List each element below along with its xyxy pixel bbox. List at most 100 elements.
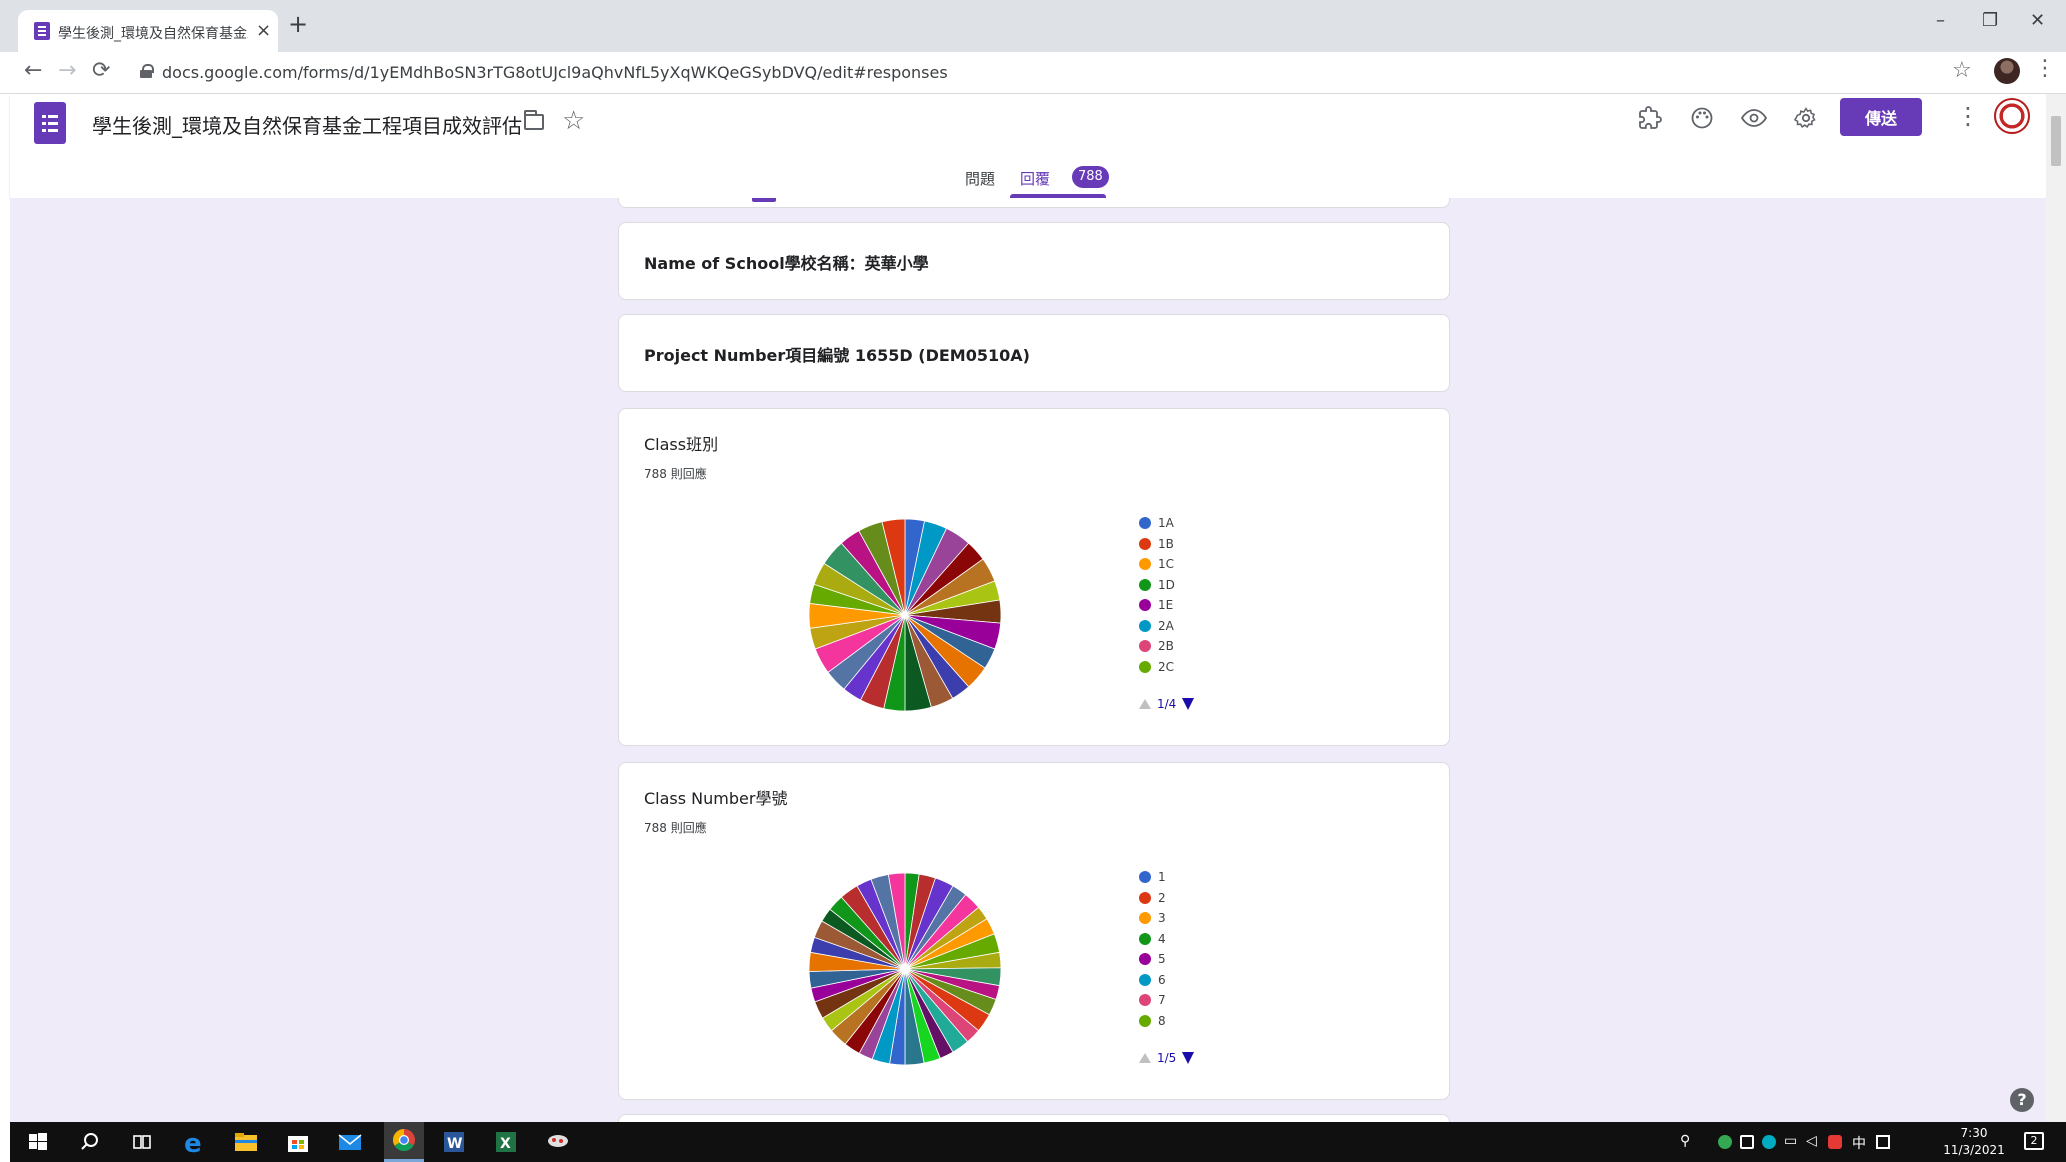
class-pie-chart[interactable] xyxy=(807,517,1003,713)
legend-item: 2A xyxy=(1139,616,1175,637)
response-count: 788 則回應 xyxy=(644,467,707,481)
keyboard-icon[interactable] xyxy=(1876,1135,1890,1149)
legend-item: 1C xyxy=(1139,554,1175,575)
forward-button[interactable]: → xyxy=(58,58,76,83)
legend-item: 5 xyxy=(1139,949,1166,970)
responses-count-badge: 788 xyxy=(1072,166,1109,188)
svg-text:W: W xyxy=(447,1136,462,1152)
tray-sync-icon[interactable] xyxy=(1762,1135,1776,1149)
legend-label: 2A xyxy=(1158,618,1174,633)
restore-button[interactable]: ❐ xyxy=(1982,10,1998,31)
legend-label: 1B xyxy=(1158,536,1174,551)
tab-questions[interactable]: 問題 xyxy=(965,168,995,189)
search-icon[interactable] xyxy=(76,1128,104,1156)
pager-up-icon[interactable] xyxy=(1139,1053,1151,1063)
help-icon[interactable]: ? xyxy=(2010,1088,2034,1112)
addon-icon[interactable] xyxy=(1636,104,1664,132)
close-window-button[interactable]: ✕ xyxy=(2030,10,2045,31)
new-tab-button[interactable]: + xyxy=(288,10,308,38)
action-center-icon[interactable]: 2 xyxy=(2024,1132,2044,1150)
store-icon[interactable] xyxy=(284,1128,312,1156)
legend-item: 2 xyxy=(1139,888,1166,909)
legend-label: 7 xyxy=(1158,993,1166,1008)
legend-item: 1B xyxy=(1139,534,1175,555)
legend-swatch xyxy=(1139,994,1151,1007)
forms-header: 學生後測_環境及自然保育基金工程項目成效評估 ☆ 傳送 ⋮ 問題 回覆 788 xyxy=(10,94,2046,198)
page-scrollbar[interactable] xyxy=(2046,94,2066,1122)
word-icon[interactable]: W xyxy=(440,1128,468,1156)
ime-indicator[interactable]: 中 xyxy=(1852,1133,1866,1153)
excel-icon[interactable]: X xyxy=(492,1128,520,1156)
profile-avatar[interactable] xyxy=(1994,58,2020,84)
legend-swatch xyxy=(1139,871,1151,884)
chrome-taskbar-icon[interactable] xyxy=(384,1122,424,1162)
class-number-question-card: Class Number學號 788 則回應 1 2 3 4 5 6 7 8 1/5 xyxy=(618,762,1450,1100)
file-explorer-icon[interactable] xyxy=(232,1128,260,1156)
legend-swatch xyxy=(1139,953,1151,966)
legend-swatch xyxy=(1139,891,1151,904)
pager-down-icon[interactable] xyxy=(1182,1052,1195,1064)
back-button[interactable]: ← xyxy=(24,58,42,83)
form-title[interactable]: 學生後測_環境及自然保育基金工程項目成效評估 xyxy=(92,110,522,139)
tray-security-icon[interactable] xyxy=(1740,1135,1754,1149)
legend-item: 7 xyxy=(1139,990,1166,1011)
people-icon[interactable]: ⚲ xyxy=(1680,1133,1690,1149)
pager-text: 1/5 xyxy=(1157,1051,1177,1065)
volume-icon[interactable]: ◁ xyxy=(1806,1133,1817,1149)
network-icon[interactable]: ▭ xyxy=(1784,1133,1797,1149)
mail-icon[interactable] xyxy=(336,1128,364,1156)
clock-time: 7:30 xyxy=(1960,1126,1988,1140)
reload-button[interactable]: ⟳ xyxy=(92,58,110,83)
legend-swatch xyxy=(1139,640,1151,653)
svg-text:X: X xyxy=(500,1136,511,1152)
legend-swatch xyxy=(1139,517,1151,530)
next-card-top xyxy=(618,1114,1450,1122)
edge-browser-icon[interactable]: e xyxy=(180,1128,208,1159)
minimize-button[interactable]: – xyxy=(1936,10,1945,31)
class-question-card: Class班別 788 則回應 1A 1B 1C 1D 1E 2A 2B 2C 1/4 xyxy=(618,408,1450,746)
windows-taskbar: e W X ⚲ ▭ ◁ 中 7:30 11/3/2021 2 xyxy=(10,1122,2066,1162)
legend-swatch xyxy=(1139,912,1151,925)
tab-responses-label: 回覆 xyxy=(1020,170,1051,188)
task-view-icon[interactable] xyxy=(128,1128,156,1156)
star-icon[interactable]: ☆ xyxy=(562,106,585,136)
lock-icon[interactable] xyxy=(140,64,154,78)
send-button[interactable]: 傳送 xyxy=(1840,98,1922,136)
pager-down-icon[interactable] xyxy=(1182,698,1195,710)
address-bar[interactable]: docs.google.com/forms/d/1yEMdhBoSN3rTG8o… xyxy=(162,63,948,82)
legend-label: 1D xyxy=(1158,577,1175,592)
account-avatar[interactable] xyxy=(1994,98,2030,134)
legend-item: 3 xyxy=(1139,908,1166,929)
antivirus-icon[interactable] xyxy=(1828,1135,1842,1149)
forms-logo-icon[interactable] xyxy=(34,102,66,144)
more-options-icon[interactable]: ⋮ xyxy=(1956,102,1980,130)
preview-eye-icon[interactable] xyxy=(1740,104,1768,132)
system-clock[interactable]: 7:30 11/3/2021 xyxy=(1936,1125,2012,1159)
settings-gear-icon[interactable] xyxy=(1792,104,1820,132)
class-number-pie-chart[interactable] xyxy=(807,871,1003,1067)
legend-swatch xyxy=(1139,578,1151,591)
browser-tab[interactable]: 學生後測_環境及自然保育基金工 × xyxy=(18,10,278,52)
browser-menu-icon[interactable]: ⋮ xyxy=(2034,56,2056,81)
windows-start-icon[interactable] xyxy=(24,1128,52,1156)
legend-item: 8 xyxy=(1139,1011,1166,1032)
legend-label: 1E xyxy=(1158,598,1174,613)
school-name-card: Name of School學校名稱：英華小學 xyxy=(618,222,1450,300)
legend-swatch xyxy=(1139,660,1151,673)
pager-up-icon[interactable] xyxy=(1139,699,1151,709)
legend-item: 6 xyxy=(1139,970,1166,991)
tab-close-icon[interactable]: × xyxy=(256,20,271,41)
snipping-tool-icon[interactable] xyxy=(544,1128,572,1156)
tray-app-icon[interactable] xyxy=(1718,1135,1732,1149)
legend-item: 2C xyxy=(1139,657,1175,678)
folder-icon[interactable] xyxy=(524,110,544,130)
scrollbar-thumb[interactable] xyxy=(2051,116,2061,166)
class-chart-legend: 1A 1B 1C 1D 1E 2A 2B 2C xyxy=(1139,513,1175,677)
palette-icon[interactable] xyxy=(1688,104,1716,132)
legend-item: 1E xyxy=(1139,595,1175,616)
bookmark-star-icon[interactable]: ☆ xyxy=(1952,58,1972,83)
legend-swatch xyxy=(1139,973,1151,986)
legend-label: 6 xyxy=(1158,972,1166,987)
legend-swatch xyxy=(1139,558,1151,571)
svg-text:e: e xyxy=(184,1129,202,1156)
